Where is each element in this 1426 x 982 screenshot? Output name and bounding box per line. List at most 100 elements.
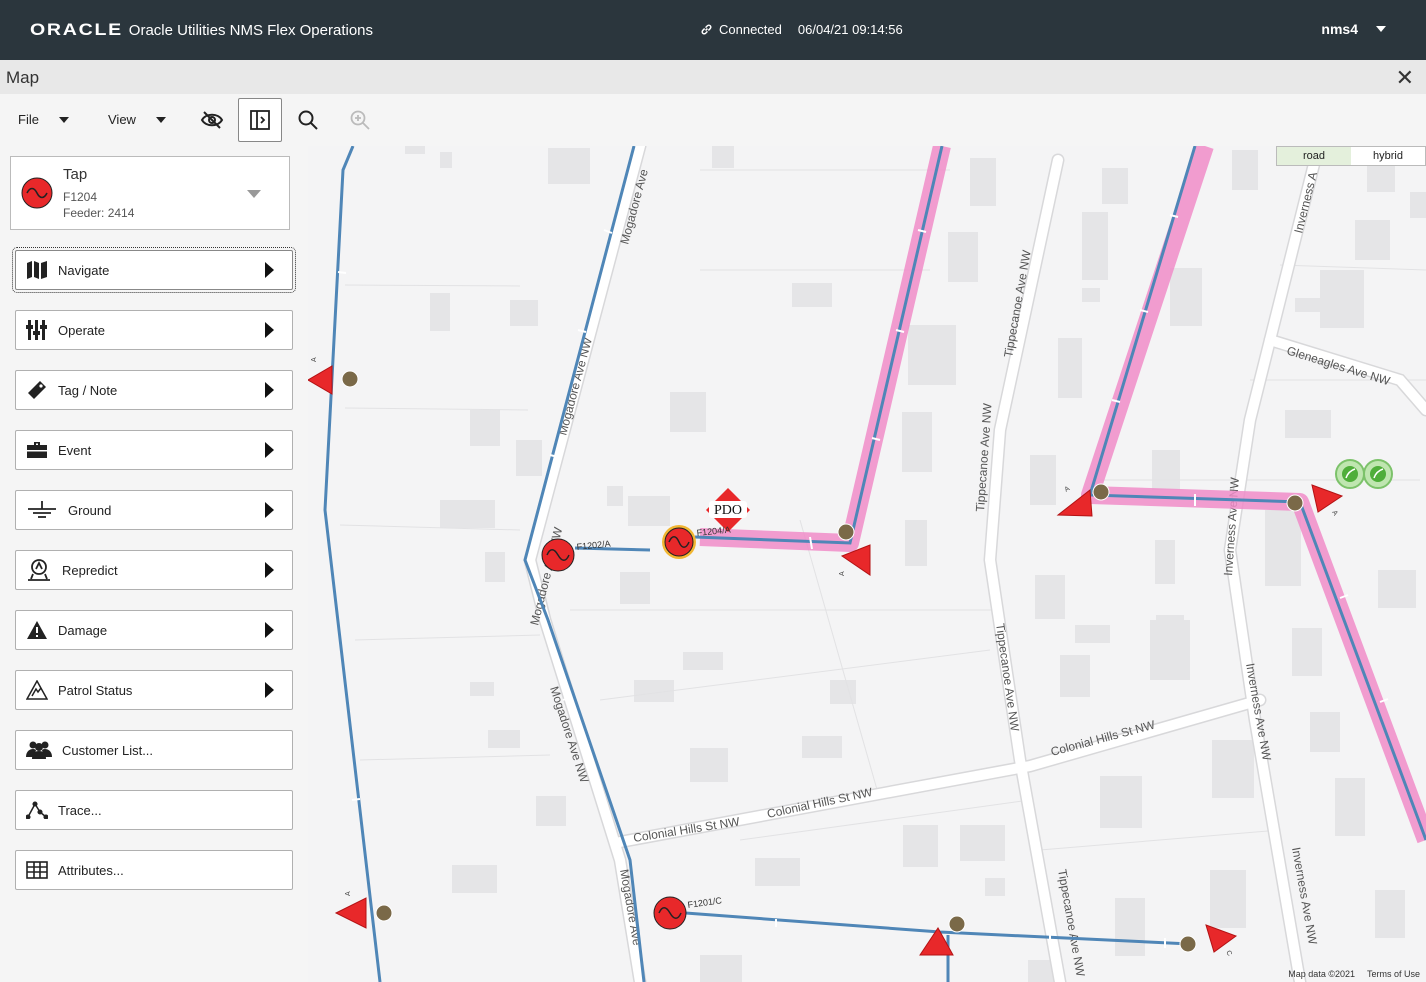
patrol-icon: [26, 680, 48, 700]
transformer-f1202a[interactable]: [541, 538, 575, 572]
ground-label: Ground: [68, 502, 112, 518]
map-attribution: Map data ©2021 Terms of Use: [1288, 969, 1420, 979]
chevron-right-icon: [265, 682, 274, 698]
tag-note-button[interactable]: Tag / Note: [15, 370, 293, 410]
road-map-button[interactable]: road: [1277, 147, 1351, 165]
briefcase-icon: [27, 442, 47, 458]
damage-button[interactable]: Damage: [15, 610, 293, 650]
users-icon: [26, 741, 52, 759]
map-icon: [27, 261, 47, 279]
crew-markers[interactable]: [1335, 459, 1393, 489]
side-panel-icon: [250, 110, 270, 130]
chevron-down-icon: [155, 116, 166, 123]
repredict-label: Repredict: [62, 562, 118, 578]
device-type: Tap: [63, 166, 88, 183]
window-titlebar: Map ✕: [0, 60, 1426, 94]
chevron-right-icon: [265, 262, 274, 278]
damage-label: Damage: [58, 622, 108, 638]
operate-button[interactable]: Operate: [15, 310, 293, 350]
phase-label: A: [345, 891, 352, 896]
chevron-right-icon: [265, 622, 274, 638]
trace-button[interactable]: Trace...: [15, 790, 293, 830]
map-layer: Mogadore Ave Mogadore Ave NW Mogadore Av…: [308, 146, 1426, 982]
navigate-label: Navigate: [58, 262, 110, 278]
panel-toggle-button[interactable]: [238, 98, 282, 142]
tag-icon: [28, 381, 46, 399]
attributes-button[interactable]: Attributes...: [15, 850, 293, 890]
trace-label: Trace...: [58, 802, 102, 818]
street-labels: Mogadore Ave Mogadore Ave NW Mogadore Av…: [527, 167, 1392, 978]
phase-label: A: [1330, 510, 1339, 518]
search-icon: [298, 110, 318, 130]
window-title: Map: [6, 68, 40, 87]
chevron-right-icon: [265, 442, 274, 458]
toolbar-right: [308, 94, 1426, 146]
transformer-f1204[interactable]: [662, 525, 696, 559]
timestamp: 06/04/21 09:14:56: [797, 22, 903, 37]
app-title: Oracle Utilities NMS Flex Operations: [128, 22, 374, 39]
file-menu[interactable]: File: [18, 112, 69, 127]
chevron-right-icon: [265, 322, 274, 338]
trace-icon: [26, 801, 48, 819]
customer-list-label: Customer List...: [62, 742, 154, 758]
device-selector[interactable]: Tap F1204 Feeder: 2414: [10, 156, 290, 230]
view-menu[interactable]: View: [108, 112, 166, 127]
ground-button[interactable]: Ground: [15, 490, 293, 530]
customer-list-button[interactable]: Customer List...: [15, 730, 293, 770]
device-label: F1201/C: [687, 895, 723, 910]
search-button[interactable]: [286, 98, 330, 142]
view-menu-label: View: [108, 112, 136, 127]
navigate-button[interactable]: Navigate: [12, 247, 296, 293]
phase-label: A: [1064, 485, 1072, 494]
chevron-right-icon: [265, 382, 274, 398]
terms-link[interactable]: Terms of Use: [1367, 969, 1420, 979]
chevron-down-icon: [247, 190, 261, 198]
chevron-right-icon: [265, 502, 274, 518]
eye-off-icon: [200, 111, 224, 129]
transformer-f1201c[interactable]: [653, 896, 687, 930]
chevron-down-icon: [1376, 26, 1386, 32]
oracle-logo: ORACLE: [30, 20, 123, 39]
table-icon: [26, 861, 48, 879]
hide-toggle-button[interactable]: [190, 98, 234, 142]
connection-label: Connected: [719, 22, 782, 37]
phase-label: A: [311, 357, 318, 362]
tag-note-label: Tag / Note: [58, 382, 118, 398]
pdo-label: PDO: [714, 503, 742, 518]
brand: ORACLE Oracle Utilities NMS Flex Operati…: [30, 20, 373, 40]
event-button[interactable]: Event: [15, 430, 293, 470]
connection-status: Connected 06/04/21 09:14:56: [700, 22, 903, 37]
device-id: F1204: [63, 190, 98, 204]
street-label: Mogadore Ave: [617, 868, 644, 947]
app-header: ORACLE Oracle Utilities NMS Flex Operati…: [0, 0, 1426, 60]
feeder-label: Feeder: 2414: [63, 206, 135, 220]
event-label: Event: [58, 442, 92, 458]
repredict-icon: [28, 559, 50, 581]
device-labels: F1202/A F1204/A F1201/C: [576, 524, 731, 909]
hybrid-map-button[interactable]: hybrid: [1351, 147, 1425, 165]
zoom-in-button[interactable]: [338, 98, 382, 142]
phase-label: C: [1224, 950, 1233, 958]
phase-label: A: [839, 571, 846, 576]
user-menu[interactable]: nms4: [1321, 21, 1386, 37]
patrol-status-button[interactable]: Patrol Status: [15, 670, 293, 710]
sliders-icon: [26, 320, 47, 340]
street-label: Inverness A: [1291, 170, 1320, 234]
map-canvas[interactable]: Mogadore Ave Mogadore Ave NW Mogadore Av…: [308, 146, 1426, 982]
street-label: Colonial Hills St NW: [632, 814, 741, 845]
attribution-label: Map data ©2021: [1288, 969, 1355, 979]
operate-label: Operate: [58, 322, 105, 338]
attributes-label: Attributes...: [58, 862, 124, 878]
user-name: nms4: [1321, 21, 1358, 37]
link-icon: [701, 24, 712, 35]
transformer-icon: [21, 177, 53, 209]
repredict-button[interactable]: Repredict: [15, 550, 293, 590]
chevron-right-icon: [265, 562, 274, 578]
zoom-in-icon: [350, 110, 370, 130]
chevron-down-icon: [58, 116, 69, 123]
close-icon[interactable]: ✕: [1396, 65, 1414, 91]
warning-icon: [27, 621, 47, 639]
patrol-status-label: Patrol Status: [58, 682, 133, 698]
map-type-toggle: road hybrid: [1276, 146, 1426, 166]
ground-icon: [28, 501, 56, 518]
